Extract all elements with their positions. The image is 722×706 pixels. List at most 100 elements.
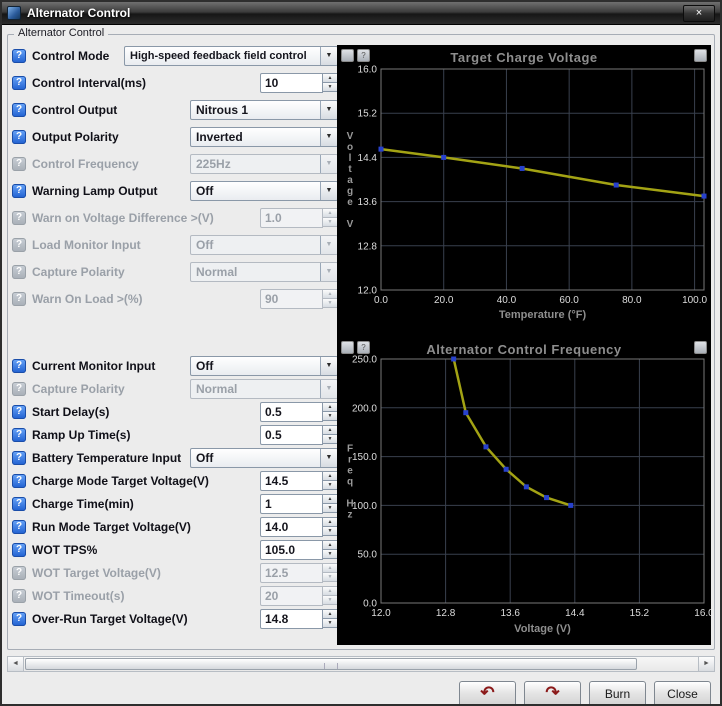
charge-time-min-spinner[interactable]: 1▲▼: [260, 494, 338, 514]
chevron-down-icon[interactable]: ▼: [320, 449, 337, 467]
control-mode-select[interactable]: High-speed feedback field control▼: [124, 46, 338, 66]
scrollbar-thumb[interactable]: [25, 658, 637, 670]
wot-timeout-s-spinner[interactable]: 20▲▼: [260, 586, 338, 606]
wot-target-voltage-v-spinner[interactable]: 12.5▲▼: [260, 563, 338, 583]
control-output-select[interactable]: Nitrous 1▼: [190, 100, 338, 120]
spinner-down-icon[interactable]: ▼: [323, 526, 338, 536]
chevron-down-icon[interactable]: ▼: [320, 128, 337, 146]
spinner-down-icon[interactable]: ▼: [323, 298, 338, 308]
charge-mode-target-voltage-v-spinner[interactable]: 14.5▲▼: [260, 471, 338, 491]
start-delay-s-spinner[interactable]: 0.5▲▼: [260, 402, 338, 422]
spinner-down-icon[interactable]: ▼: [323, 549, 338, 559]
help-icon[interactable]: ?: [12, 359, 26, 373]
help-icon[interactable]: ?: [12, 612, 26, 626]
spinner-down-icon[interactable]: ▼: [323, 572, 338, 582]
scroll-right-icon[interactable]: ►: [698, 657, 714, 671]
alternator-control-frequency-chart[interactable]: ? Alternator Control Frequency 0.050.010…: [337, 337, 711, 645]
burn-button[interactable]: Burn: [589, 681, 646, 706]
help-icon[interactable]: ?: [12, 184, 26, 198]
chevron-down-icon[interactable]: ▼: [320, 263, 337, 281]
help-icon[interactable]: ?: [12, 265, 26, 279]
target-charge-voltage-chart[interactable]: ? Target Charge Voltage 12.012.813.614.4…: [337, 45, 711, 337]
help-icon[interactable]: ?: [12, 76, 26, 90]
help-icon[interactable]: ?: [12, 405, 26, 419]
output-polarity-select[interactable]: Inverted▼: [190, 127, 338, 147]
spinner-down-icon[interactable]: ▼: [323, 480, 338, 490]
field-label-warn-on-load: Warn On Load >(%): [32, 292, 143, 306]
help-icon[interactable]: ?: [12, 543, 26, 557]
run-mode-target-voltage-v-spinner[interactable]: 14.0▲▼: [260, 517, 338, 537]
spinner-down-icon[interactable]: ▼: [323, 411, 338, 421]
form-row-load-monitor-input: ?Load Monitor InputOff▼: [12, 234, 342, 255]
capture-polarity-select[interactable]: Normal▼: [190, 262, 338, 282]
chevron-down-icon[interactable]: ▼: [320, 236, 337, 254]
chevron-down-icon[interactable]: ▼: [320, 47, 337, 65]
chart-plot-area[interactable]: 0.050.0100.0150.0200.0250.012.012.813.61…: [337, 337, 711, 645]
spinner-down-icon[interactable]: ▼: [323, 217, 338, 227]
spinner-value[interactable]: 10: [260, 73, 323, 93]
spinner-down-icon[interactable]: ▼: [323, 434, 338, 444]
spinner-value[interactable]: 90: [260, 289, 323, 309]
spinner-down-icon[interactable]: ▼: [323, 82, 338, 92]
spinner-value[interactable]: 0.5: [260, 425, 323, 445]
help-icon[interactable]: ?: [12, 520, 26, 534]
spinner-down-icon[interactable]: ▼: [323, 503, 338, 513]
chevron-down-icon[interactable]: ▼: [320, 155, 337, 173]
help-icon[interactable]: ?: [12, 428, 26, 442]
chart-plot-area[interactable]: 12.012.813.614.415.216.00.020.040.060.08…: [337, 45, 711, 337]
form-row-battery-temperature-input: ?Battery Temperature InputOff▼: [12, 447, 342, 468]
close-button[interactable]: Close: [654, 681, 711, 706]
spinner-value[interactable]: 20: [260, 586, 323, 606]
spinner-value[interactable]: 14.5: [260, 471, 323, 491]
warning-lamp-output-select[interactable]: Off▼: [190, 181, 338, 201]
load-monitor-input-select[interactable]: Off▼: [190, 235, 338, 255]
help-icon[interactable]: ?: [12, 103, 26, 117]
over-run-target-voltage-v-spinner[interactable]: 14.8▲▼: [260, 609, 338, 629]
control-frequency-select[interactable]: 225Hz▼: [190, 154, 338, 174]
chevron-down-icon[interactable]: ▼: [320, 101, 337, 119]
scrollbar-grip: [324, 663, 338, 669]
horizontal-scrollbar[interactable]: ◄ ►: [7, 656, 715, 672]
help-icon[interactable]: ?: [12, 238, 26, 252]
spinner-value[interactable]: 12.5: [260, 563, 323, 583]
help-icon[interactable]: ?: [12, 566, 26, 580]
spinner-value[interactable]: 105.0: [260, 540, 323, 560]
undo-button[interactable]: ↶: [459, 681, 516, 706]
chevron-down-icon[interactable]: ▼: [320, 182, 337, 200]
battery-temperature-input-select[interactable]: Off▼: [190, 448, 338, 468]
help-icon[interactable]: ?: [12, 497, 26, 511]
spinner-value[interactable]: 14.8: [260, 609, 323, 629]
spinner-value[interactable]: 14.0: [260, 517, 323, 537]
spinner-value[interactable]: 0.5: [260, 402, 323, 422]
spinner-down-icon[interactable]: ▼: [323, 618, 338, 628]
warn-on-voltage-difference-v-spinner[interactable]: 1.0▲▼: [260, 208, 338, 228]
help-icon[interactable]: ?: [12, 211, 26, 225]
help-icon[interactable]: ?: [12, 292, 26, 306]
help-icon[interactable]: ?: [12, 49, 26, 63]
warn-on-load-spinner[interactable]: 90▲▼: [260, 289, 338, 309]
footer-button-bar: ↶ ↷ Burn Close: [2, 680, 720, 706]
spinner-down-icon[interactable]: ▼: [323, 595, 338, 605]
help-icon[interactable]: ?: [12, 589, 26, 603]
ramp-up-time-s-spinner[interactable]: 0.5▲▼: [260, 425, 338, 445]
field-label-control-mode: Control Mode: [32, 49, 109, 63]
chevron-down-icon[interactable]: ▼: [320, 380, 337, 398]
chevron-down-icon[interactable]: ▼: [320, 357, 337, 375]
help-icon[interactable]: ?: [12, 474, 26, 488]
wot-tps-spinner[interactable]: 105.0▲▼: [260, 540, 338, 560]
help-icon[interactable]: ?: [12, 130, 26, 144]
spinner-value[interactable]: 1.0: [260, 208, 323, 228]
spinner-value[interactable]: 1: [260, 494, 323, 514]
close-window-button[interactable]: ×: [683, 5, 715, 22]
redo-button[interactable]: ↷: [524, 681, 581, 706]
field-label-run-mode-target-voltage-v: Run Mode Target Voltage(V): [32, 520, 191, 534]
help-icon[interactable]: ?: [12, 451, 26, 465]
groupbox-label: Alternator Control: [14, 27, 108, 39]
scroll-left-icon[interactable]: ◄: [8, 657, 24, 671]
help-icon[interactable]: ?: [12, 157, 26, 171]
capture-polarity-select[interactable]: Normal▼: [190, 379, 338, 399]
help-icon[interactable]: ?: [12, 382, 26, 396]
current-monitor-input-select[interactable]: Off▼: [190, 356, 338, 376]
control-interval-ms-spinner[interactable]: 10▲▼: [260, 73, 338, 93]
selected-value: Off: [191, 451, 320, 465]
